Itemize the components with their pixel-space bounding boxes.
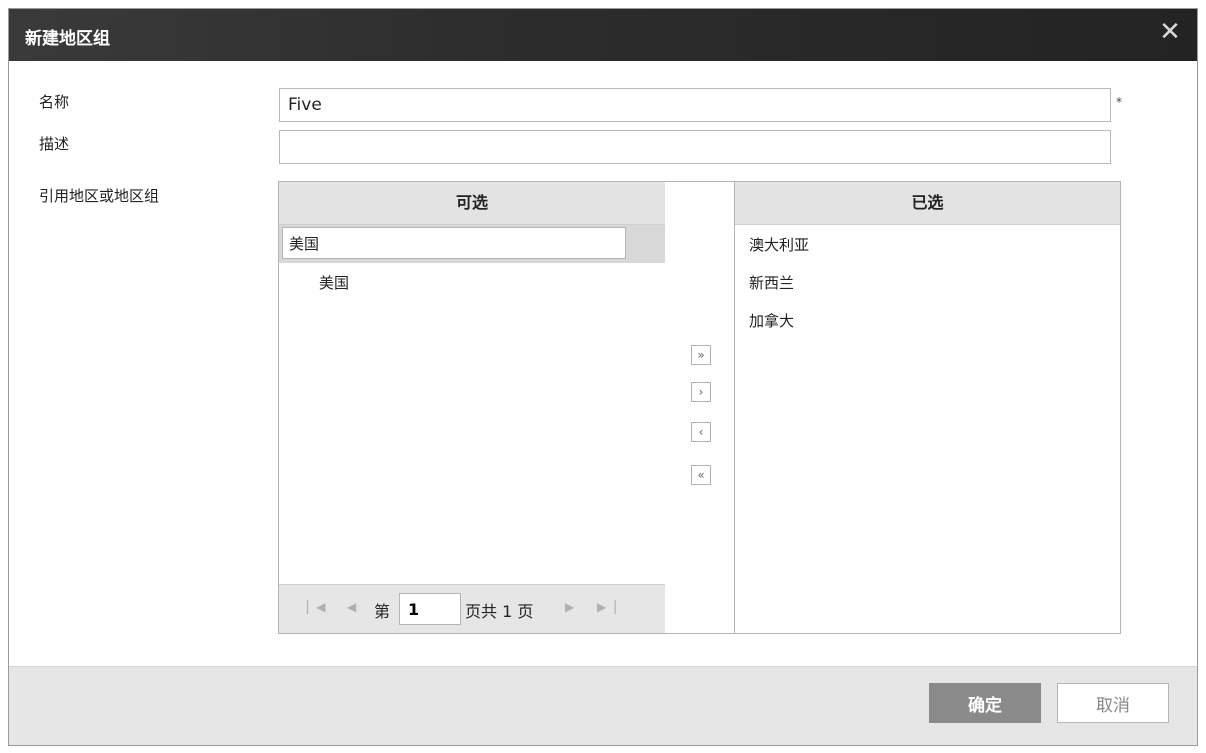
description-label: 描述 [39,135,70,153]
available-header: 可选 [279,182,665,225]
page-prefix: 第 [374,602,391,621]
available-search-row [279,225,665,263]
remove-selected-button[interactable]: ‹ [691,422,711,442]
confirm-button[interactable]: 确定 [929,683,1041,723]
selected-panel: 已选 澳大利亚 新西兰 加拿大 [734,181,1121,634]
dialog-title: 新建地区组 [25,29,110,49]
reference-label: 引用地区或地区组 [39,187,160,205]
name-label: 名称 [39,93,70,111]
close-icon[interactable]: ✕ [1157,19,1183,45]
available-panel: 可选 美国 ▏◀ ◀ 第 页共 1 页 ▶ ▶▕ [278,181,666,634]
required-mark: * [1116,95,1122,109]
name-field[interactable] [279,88,1111,122]
add-all-button[interactable]: » [691,345,711,365]
selected-item[interactable]: 新西兰 [749,272,794,293]
cancel-button[interactable]: 取消 [1057,683,1169,723]
move-buttons-column: » › ‹ « [665,181,735,634]
page-number-input[interactable] [399,593,461,625]
selected-item[interactable]: 加拿大 [749,310,794,331]
description-field[interactable] [279,130,1111,164]
available-search-input[interactable] [282,227,626,259]
available-item[interactable]: 美国 [319,272,349,293]
dialog-footer: 确定 取消 [9,666,1197,745]
add-selected-button[interactable]: › [691,382,711,402]
prev-page-icon[interactable]: ◀ [347,600,356,614]
page-suffix: 页共 1 页 [465,602,534,621]
last-page-icon[interactable]: ▶▕ [597,600,615,614]
new-region-group-dialog: 新建地区组 ✕ 名称 * 描述 引用地区或地区组 可选 美国 ▏◀ ◀ 第 页共… [8,8,1198,746]
dialog-titlebar: 新建地区组 ✕ [9,9,1197,61]
first-page-icon[interactable]: ▏◀ [307,600,325,614]
selected-header: 已选 [735,182,1120,225]
next-page-icon[interactable]: ▶ [565,600,574,614]
selected-item[interactable]: 澳大利亚 [749,234,809,255]
remove-all-button[interactable]: « [691,465,711,485]
pager: ▏◀ ◀ 第 页共 1 页 ▶ ▶▕ [279,584,665,633]
